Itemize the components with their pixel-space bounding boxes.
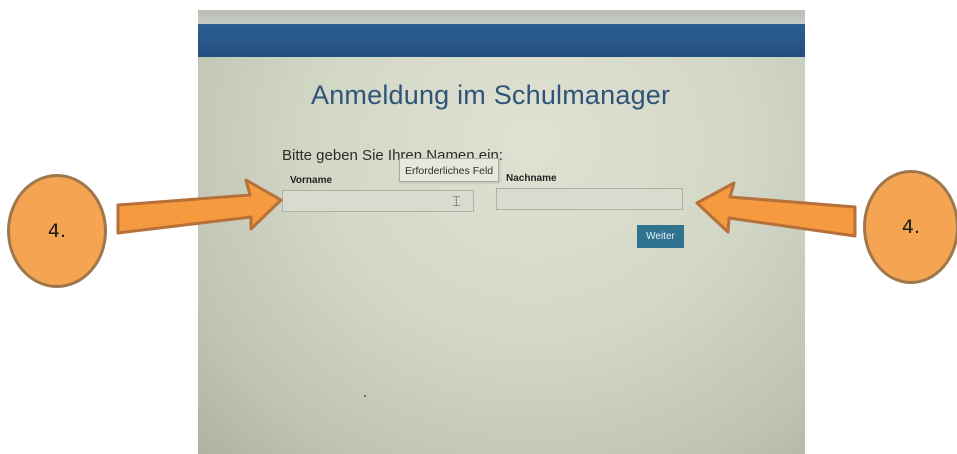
left-arrow-icon [116, 178, 283, 235]
right-arrow-icon [695, 181, 857, 238]
annotation-arrows [116, 178, 857, 238]
step-marker-left: 4. [7, 174, 107, 288]
step-marker-right: 4. [863, 170, 957, 284]
